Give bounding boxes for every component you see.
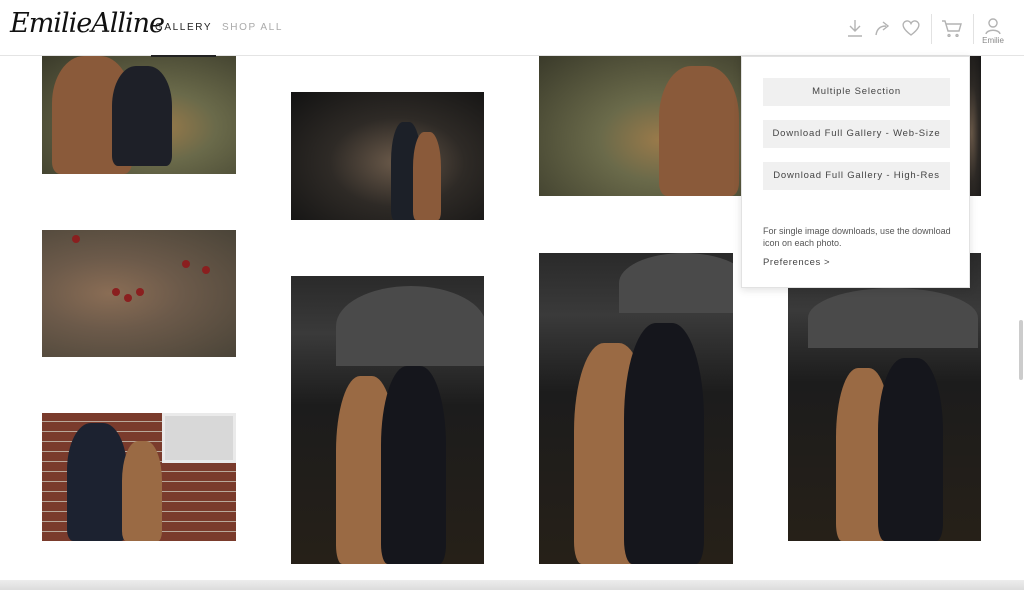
scrollbar[interactable] xyxy=(1019,320,1023,380)
brand-logo[interactable]: EmilieAlline xyxy=(10,8,165,39)
photo-figure xyxy=(67,423,127,541)
gallery-photo[interactable] xyxy=(42,56,236,174)
nav-shop-all[interactable]: SHOP ALL xyxy=(222,0,283,56)
share-icon[interactable] xyxy=(871,14,895,42)
photo-detail xyxy=(136,288,144,296)
gallery-photo[interactable] xyxy=(42,413,236,541)
photo-figure xyxy=(381,366,446,564)
photo-detail xyxy=(202,266,210,274)
download-note: For single image downloads, use the down… xyxy=(763,226,951,248)
bottom-bar xyxy=(0,580,1024,590)
download-web-size-button[interactable]: Download Full Gallery - Web-Size xyxy=(763,120,950,148)
gallery-photo[interactable] xyxy=(291,92,484,220)
photo-figure xyxy=(413,132,441,220)
toolbar-separator xyxy=(931,14,932,44)
photo-detail xyxy=(619,253,733,313)
photo-detail xyxy=(182,260,190,268)
gallery-photo[interactable] xyxy=(291,276,484,564)
photo-detail xyxy=(124,294,132,302)
photo-figure xyxy=(624,323,704,564)
download-menu: Multiple Selection Download Full Gallery… xyxy=(741,56,970,288)
photo-detail xyxy=(808,288,978,348)
user-name[interactable]: Emilie xyxy=(978,36,1008,45)
photo-detail xyxy=(336,286,484,366)
gallery-photo[interactable] xyxy=(539,56,741,196)
gallery-photo[interactable] xyxy=(42,230,236,357)
cart-icon[interactable] xyxy=(940,14,964,42)
photo-figure xyxy=(878,358,943,541)
download-icon[interactable] xyxy=(843,14,867,42)
heart-icon[interactable] xyxy=(899,14,923,42)
photo-detail xyxy=(112,288,120,296)
photo-figure xyxy=(122,441,162,541)
preferences-link[interactable]: Preferences > xyxy=(763,257,830,268)
multiple-selection-button[interactable]: Multiple Selection xyxy=(763,78,950,106)
download-high-res-button[interactable]: Download Full Gallery - High-Res xyxy=(763,162,950,190)
photo-figure xyxy=(112,66,172,166)
photo-detail xyxy=(72,235,80,243)
nav-gallery[interactable]: GALLERY xyxy=(150,0,217,57)
top-bar: EmilieAlline GALLERY SHOP ALL Emilie xyxy=(0,0,1024,57)
gallery-photo[interactable] xyxy=(788,253,981,541)
toolbar-separator xyxy=(973,14,974,44)
photo-figure xyxy=(659,66,739,196)
gallery-photo[interactable] xyxy=(539,253,733,564)
photo-detail xyxy=(162,413,236,463)
